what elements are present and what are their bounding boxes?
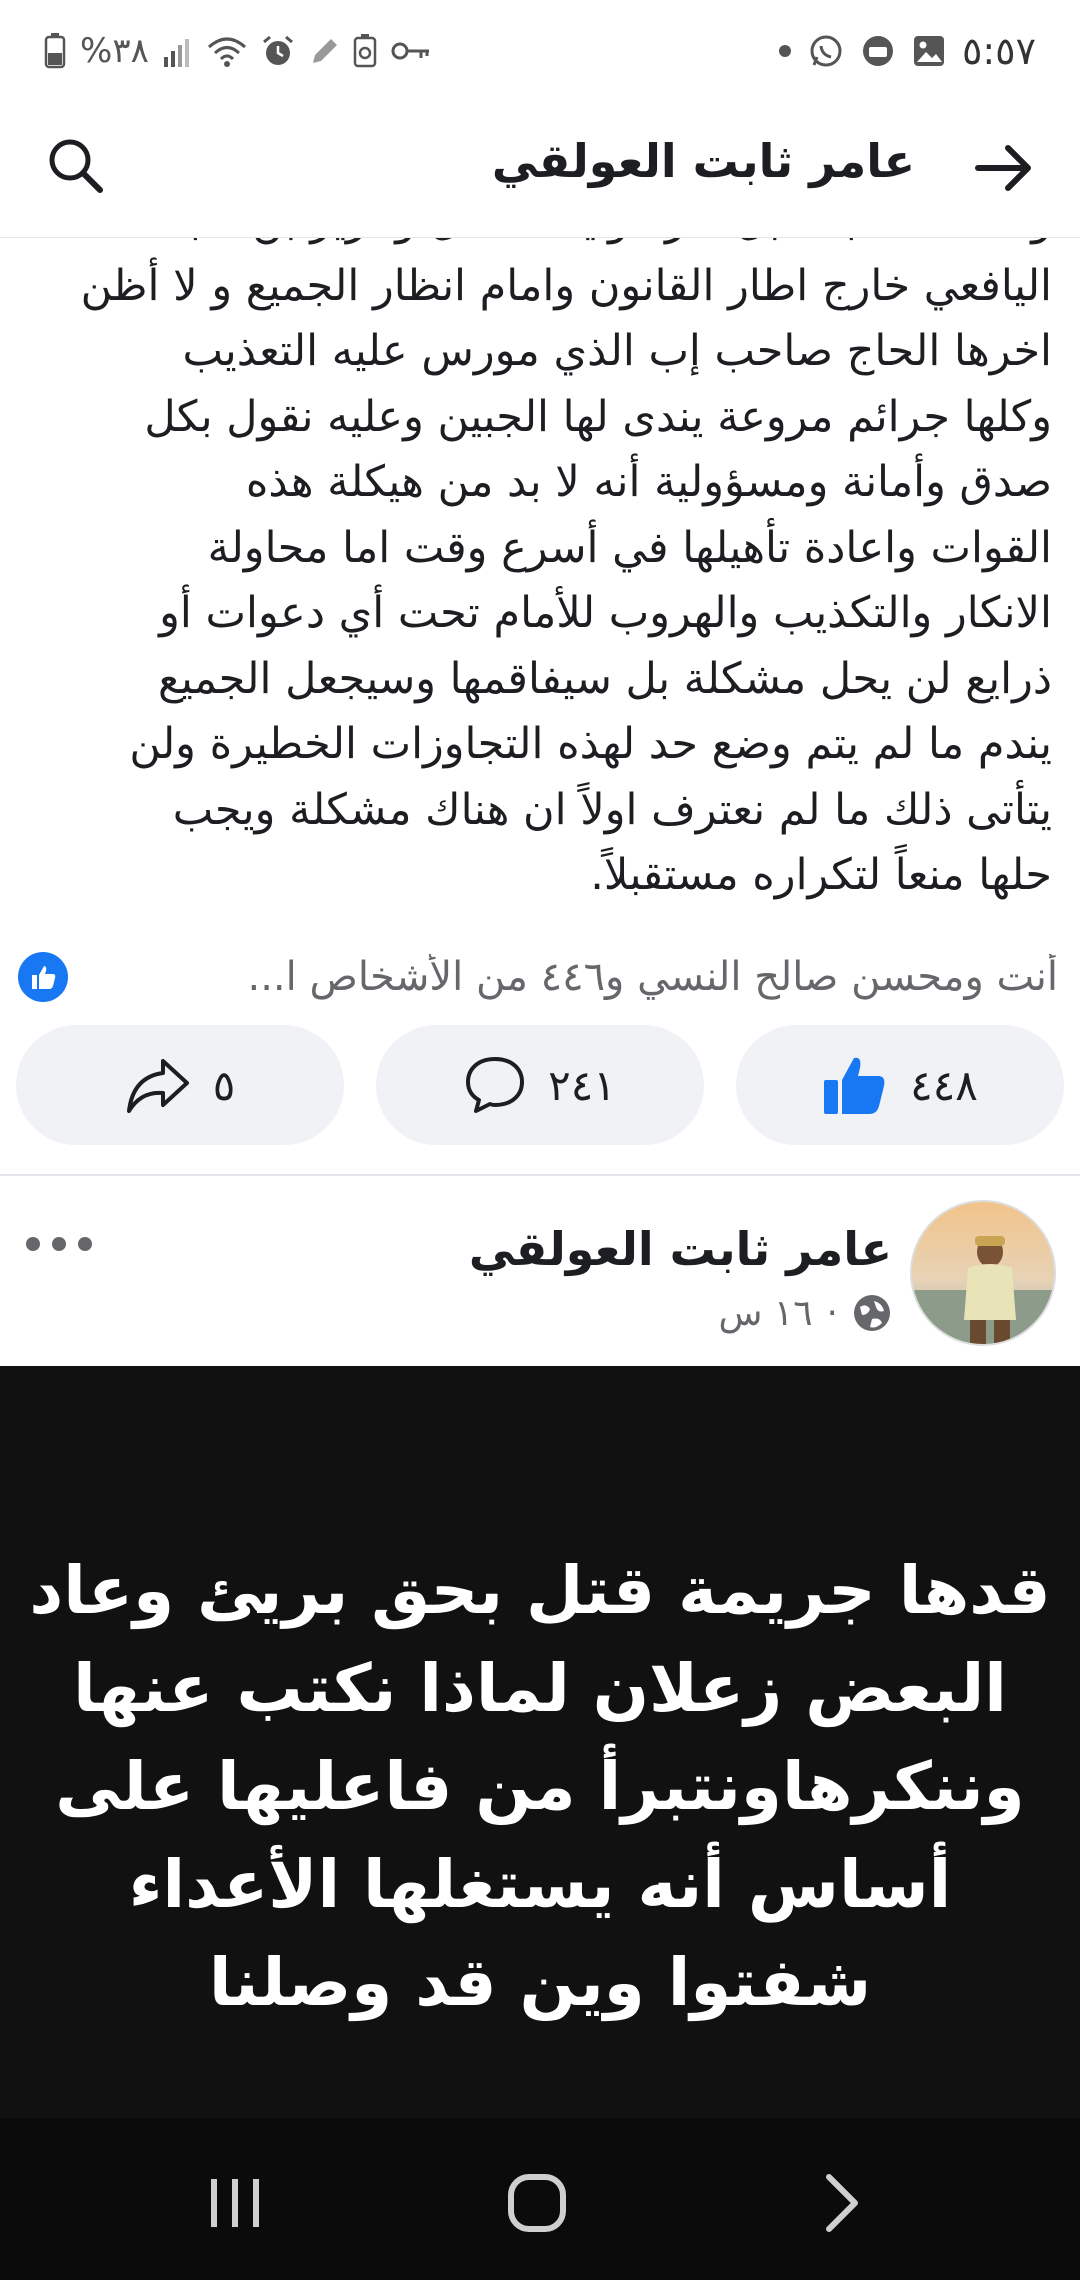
- post-header: عامر ثابت العولقي ١٦ س ·: [0, 1176, 1080, 1366]
- comment-icon: [466, 1057, 525, 1113]
- alarm-icon: [261, 34, 295, 68]
- home-icon: [508, 2174, 566, 2232]
- like-badge-icon: [18, 952, 68, 1002]
- arrow-right-icon: [975, 145, 1031, 191]
- chevron-right-icon: [826, 2174, 858, 2232]
- share-count: ٥: [212, 1060, 236, 1110]
- comment-button[interactable]: ٢٤١: [376, 1025, 704, 1145]
- search-button[interactable]: [40, 130, 112, 202]
- share-icon: [126, 1059, 189, 1113]
- author-name[interactable]: عامر ثابت العولقي: [469, 1222, 892, 1276]
- system-nav-bar: [0, 2118, 1080, 2280]
- app-icon: [860, 33, 896, 69]
- share-button[interactable]: ٥: [16, 1025, 344, 1145]
- home-button[interactable]: [487, 2158, 587, 2248]
- wifi-icon: [207, 35, 247, 67]
- avatar[interactable]: [910, 1200, 1056, 1346]
- dot-icon: [778, 44, 792, 58]
- post-text: واحدث صنجه قبل فترة وايضا مقتل وعزيز بن …: [80, 238, 1052, 900]
- like-count: ٤٤٨: [910, 1060, 978, 1110]
- status-right: ٥:٥٧: [778, 26, 1036, 76]
- signal-icon: [163, 35, 193, 67]
- pen-icon: [309, 35, 339, 67]
- status-left: %٣٨: [44, 26, 431, 76]
- battery-percent: %٣٨: [80, 31, 149, 71]
- whatsapp-icon: [808, 33, 844, 69]
- recent-apps-icon: [211, 2179, 259, 2227]
- like-button[interactable]: ٤٤٨: [736, 1025, 1064, 1145]
- back-button[interactable]: [968, 132, 1040, 204]
- clock: ٥:٥٧: [961, 29, 1036, 73]
- post-body: واحدث صنجه قبل فترة وايضا مقتل وعزيز بن …: [0, 238, 1080, 910]
- app-header: عامر ثابت العولقي: [0, 100, 1080, 239]
- search-icon: [49, 139, 103, 193]
- battery-saver-icon: [353, 34, 377, 68]
- more-dot-icon: [26, 1237, 40, 1251]
- post-time[interactable]: ١٦ س: [718, 1293, 812, 1334]
- more-dot-icon: [78, 1237, 92, 1251]
- page-title: عامر ثابت العولقي: [491, 134, 915, 188]
- comment-count: ٢٤١: [548, 1060, 616, 1110]
- more-dot-icon: [52, 1237, 66, 1251]
- meta-separator: ·: [826, 1292, 838, 1334]
- thumbs-up-icon: [824, 1057, 885, 1114]
- gallery-icon: [912, 34, 946, 68]
- reactions-text: أنت ومحسن صالح النسي و٤٤٦ من الأشخاص ا..…: [247, 954, 1059, 1000]
- more-options-button[interactable]: [26, 1224, 92, 1264]
- recent-apps-button[interactable]: [185, 2158, 285, 2248]
- nav-back-button[interactable]: [792, 2158, 892, 2248]
- globe-icon: [854, 1295, 890, 1331]
- key-icon: [391, 39, 431, 63]
- post-meta: ١٦ س ·: [718, 1288, 892, 1338]
- post-image[interactable]: قدها جريمة قتل بحق بريئ وعاد البعض زعلان…: [0, 1366, 1080, 2118]
- image-text: قدها جريمة قتل بحق بريئ وعاد البعض زعلان…: [29, 1552, 1051, 2021]
- reactions-summary[interactable]: أنت ومحسن صالح النسي و٤٤٦ من الأشخاص ا..…: [18, 946, 1058, 1008]
- battery-icon: [44, 33, 66, 69]
- status-bar: %٣٨ ٥:٥٧: [0, 0, 1080, 100]
